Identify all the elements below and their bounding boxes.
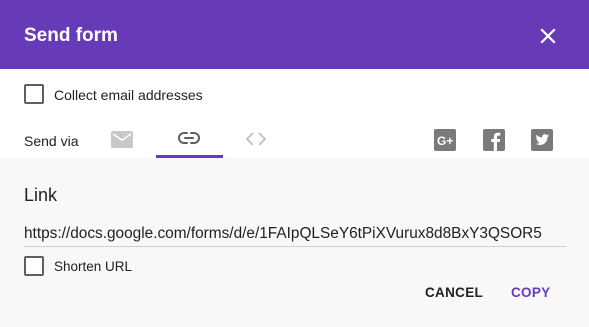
tab-embed[interactable]	[234, 118, 278, 158]
collect-email-checkbox[interactable]	[24, 84, 44, 104]
collect-email-label: Collect email addresses	[54, 87, 203, 103]
close-icon[interactable]	[536, 24, 560, 48]
copy-button[interactable]: COPY	[511, 285, 550, 305]
tab-email[interactable]	[100, 118, 144, 158]
twitter-icon[interactable]	[531, 129, 553, 151]
send-via-label: Send via	[24, 133, 79, 149]
embed-code-icon	[245, 132, 267, 146]
facebook-icon[interactable]	[483, 129, 505, 151]
link-title: Link	[24, 185, 58, 205]
cancel-button[interactable]: CANCEL	[425, 285, 483, 305]
link-icon	[178, 132, 200, 144]
email-icon	[111, 131, 133, 148]
dialog-title: Send form	[24, 25, 118, 46]
svg-text:G+: G+	[437, 134, 453, 148]
dialog-header: Send form	[0, 0, 589, 69]
google-plus-icon[interactable]: G+	[434, 129, 456, 151]
shorten-url-checkbox[interactable]	[24, 256, 44, 276]
link-url-field[interactable]: https://docs.google.com/forms/d/e/1FAIpQ…	[24, 225, 566, 247]
tab-link[interactable]	[156, 118, 223, 158]
shorten-url-label: Shorten URL	[54, 259, 133, 274]
